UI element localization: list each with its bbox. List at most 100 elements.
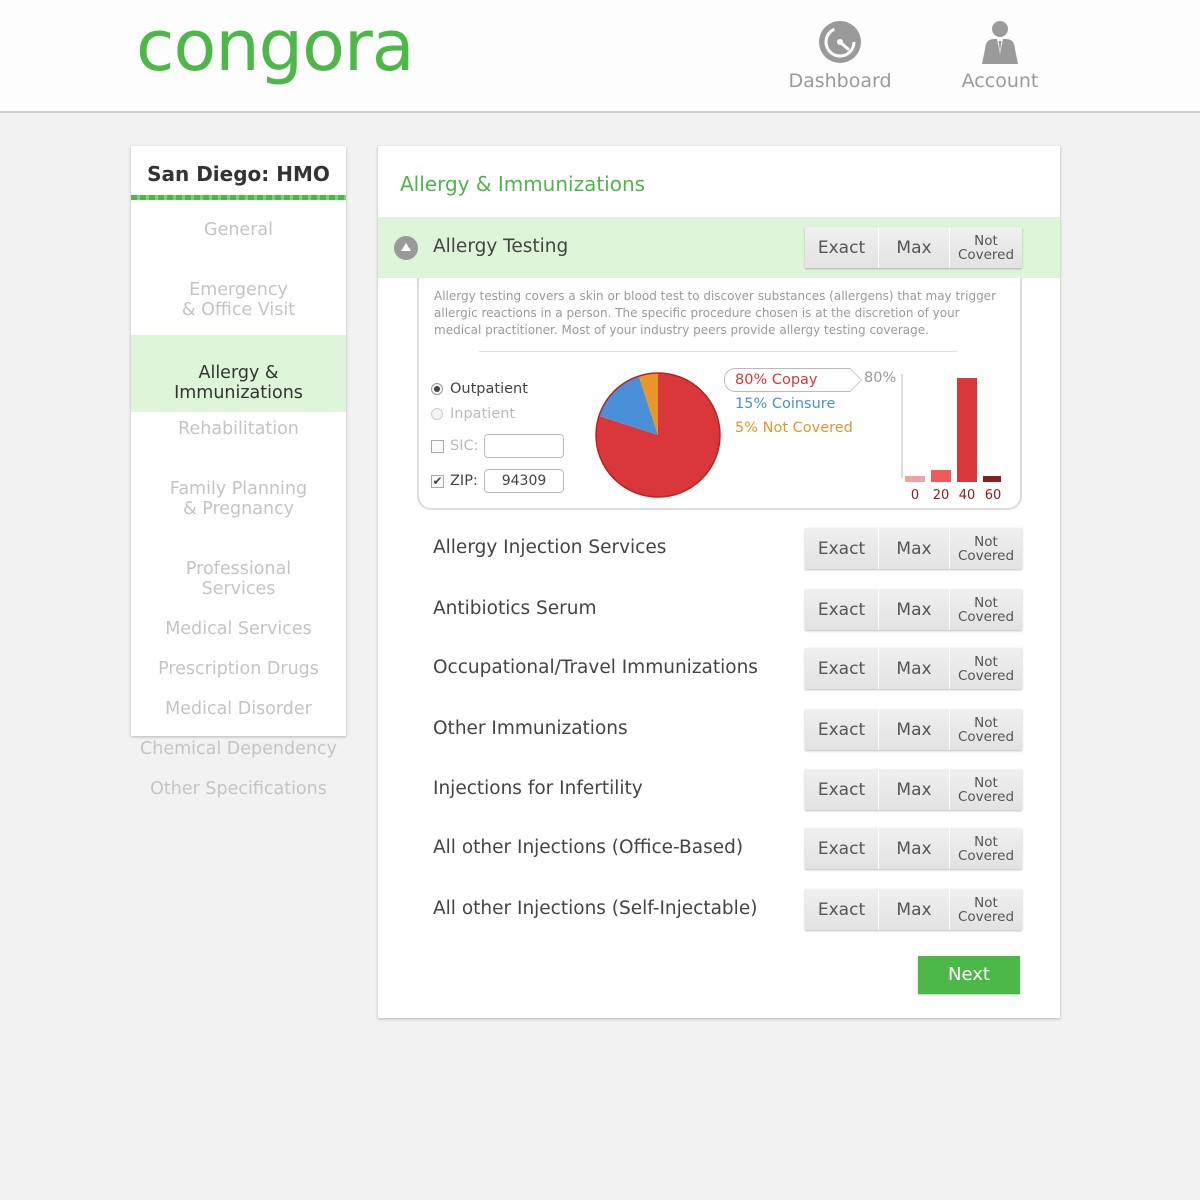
coverage-button-group: Exact Max Not Covered xyxy=(805,648,1022,689)
inpatient-option[interactable]: Inpatient xyxy=(431,406,515,422)
exact-button[interactable]: Exact xyxy=(805,769,878,810)
coverage-button-group: Exact Max Not Covered xyxy=(805,227,1022,268)
bar-tick-label: 40 xyxy=(958,488,976,503)
row-label: Occupational/Travel Immunizations xyxy=(433,657,758,678)
exact-button[interactable]: Exact xyxy=(805,227,878,268)
sidebar-item-label: General xyxy=(204,220,273,240)
coverage-button-group: Exact Max Not Covered xyxy=(805,528,1022,569)
exact-button[interactable]: Exact xyxy=(805,889,878,930)
max-button[interactable]: Max xyxy=(878,528,949,569)
sidebar-item-medical-disorder[interactable]: Medical Disorder xyxy=(131,685,346,725)
copay-legend: 80% Copay xyxy=(724,368,862,392)
top-header: congora Dashboard Account xyxy=(0,0,1200,113)
row-label: Allergy Injection Services xyxy=(433,537,667,558)
nav-account[interactable]: Account xyxy=(940,18,1060,92)
bar-40 xyxy=(957,378,977,482)
section-title: Allergy & Immunizations xyxy=(400,172,646,196)
plan-title: San Diego: HMO xyxy=(131,146,346,200)
bar-tick-label: 60 xyxy=(984,488,1002,503)
bar-tick-label: 20 xyxy=(932,488,950,503)
allergy-testing-detail: Allergy testing covers a skin or blood t… xyxy=(417,278,1022,510)
nav-account-label: Account xyxy=(961,70,1039,92)
next-button[interactable]: Next xyxy=(918,956,1020,994)
exact-button[interactable]: Exact xyxy=(805,709,878,750)
sidebar-item-label: Chemical Dependency xyxy=(140,739,337,759)
service-row: Other Immunizations Exact Max Not Covered xyxy=(378,709,1060,750)
not-covered-button[interactable]: Not Covered xyxy=(949,828,1022,869)
bar-tick-label: 0 xyxy=(910,488,920,503)
zip-label: ZIP: xyxy=(450,473,478,489)
sidebar-item-label: Medical Services xyxy=(165,619,312,639)
zip-option[interactable]: ✔ ZIP: xyxy=(431,473,478,489)
sidebar-item-label: Emergency & Office Visit xyxy=(181,280,296,320)
sidebar: San Diego: HMO General Emergency & Offic… xyxy=(131,146,346,799)
max-button[interactable]: Max xyxy=(878,769,949,810)
max-button[interactable]: Max xyxy=(878,828,949,869)
coverage-pie-chart xyxy=(595,372,721,498)
service-row: Injections for Infertility Exact Max Not Co… xyxy=(378,769,1060,810)
row-label: Injections for Infertility xyxy=(433,778,643,799)
not-covered-legend: 5% Not Covered xyxy=(735,420,853,436)
sidebar-item-chemical[interactable]: Chemical Dependency xyxy=(131,725,346,765)
outpatient-label: Outpatient xyxy=(450,381,528,397)
coverage-button-group: Exact Max Not Covered xyxy=(805,889,1022,930)
highlight-percent: 80% xyxy=(864,370,897,386)
sidebar-item-other-specs[interactable]: Other Specifications xyxy=(131,765,346,805)
sidebar-item-professional[interactable]: Professional Services xyxy=(131,525,346,605)
not-covered-button[interactable]: Not Covered xyxy=(949,648,1022,689)
sidebar-item-prescription[interactable]: Prescription Drugs xyxy=(131,645,346,685)
not-covered-button[interactable]: Not Covered xyxy=(949,227,1022,268)
sidebar-item-label: Family Planning & Pregnancy xyxy=(169,479,308,519)
sic-checkbox[interactable] xyxy=(431,439,444,453)
nav-dashboard-label: Dashboard xyxy=(788,70,892,92)
sidebar-item-general[interactable]: General xyxy=(131,214,346,246)
description-text: Allergy testing covers a skin or blood t… xyxy=(434,289,996,337)
service-row: All other Injections (Self-Injectable) Ex… xyxy=(378,889,1060,930)
expanded-row-allergy-testing: Allergy Testing Exact Max Not Covered xyxy=(378,217,1060,278)
sidebar-item-emergency[interactable]: Emergency & Office Visit xyxy=(131,246,346,325)
exact-button[interactable]: Exact xyxy=(805,648,878,689)
bar-60 xyxy=(983,475,1001,482)
max-button[interactable]: Max xyxy=(878,227,949,268)
row-label: All other Injections (Office-Based) xyxy=(433,837,744,858)
congora-logo[interactable]: congora xyxy=(136,4,415,88)
max-button[interactable]: Max xyxy=(878,648,949,689)
not-covered-button[interactable]: Not Covered xyxy=(949,709,1022,750)
sidebar-item-rehabilitation[interactable]: Rehabilitation xyxy=(131,412,346,445)
max-button[interactable]: Max xyxy=(878,589,949,630)
dashboard-gauge-icon xyxy=(819,21,861,63)
row-label: All other Injections (Self-Injectable) xyxy=(433,898,758,919)
inpatient-label: Inpatient xyxy=(450,406,516,422)
nav-dashboard[interactable]: Dashboard xyxy=(780,18,900,92)
not-covered-button[interactable]: Not Covered xyxy=(949,889,1022,930)
radio-selected-icon[interactable] xyxy=(431,383,443,395)
exact-button[interactable]: Exact xyxy=(805,828,878,869)
zip-checkbox-checked-icon[interactable]: ✔ xyxy=(431,474,444,488)
coverage-button-group: Exact Max Not Covered xyxy=(805,828,1022,869)
sidebar-item-label: Prescription Drugs xyxy=(158,659,319,679)
max-button[interactable]: Max xyxy=(878,709,949,750)
coverage-button-group: Exact Max Not Covered xyxy=(805,589,1022,630)
exact-button[interactable]: Exact xyxy=(805,589,878,630)
bar-0 xyxy=(905,475,925,482)
exact-button[interactable]: Exact xyxy=(805,528,878,569)
account-person-icon xyxy=(982,21,1018,64)
sidebar-item-family-planning[interactable]: Family Planning & Pregnancy xyxy=(131,445,346,525)
collapse-arrow-icon[interactable] xyxy=(394,236,418,260)
row-label: Other Immunizations xyxy=(433,718,628,739)
outpatient-option[interactable]: Outpatient xyxy=(431,381,528,397)
zip-input[interactable]: 94309 xyxy=(484,469,564,493)
sidebar-item-allergy[interactable]: Allergy & Immunizations xyxy=(131,335,346,412)
max-button[interactable]: Max xyxy=(878,889,949,930)
not-covered-button[interactable]: Not Covered xyxy=(949,589,1022,630)
sic-input[interactable] xyxy=(484,434,564,458)
row-label: Antibiotics Serum xyxy=(433,598,597,619)
radio-unselected-icon[interactable] xyxy=(431,408,443,420)
sic-option[interactable]: SIC: xyxy=(431,438,479,454)
sidebar-item-medical-services[interactable]: Medical Services xyxy=(131,605,346,645)
sidebar-nav: General Emergency & Office Visit Allergy… xyxy=(131,200,346,805)
not-covered-button[interactable]: Not Covered xyxy=(949,769,1022,810)
not-covered-button[interactable]: Not Covered xyxy=(949,528,1022,569)
main-panel: Allergy & Immunizations Allergy Testing … xyxy=(378,146,1060,1018)
service-row: Occupational/Travel Immunizations Exact Ma… xyxy=(378,648,1060,689)
